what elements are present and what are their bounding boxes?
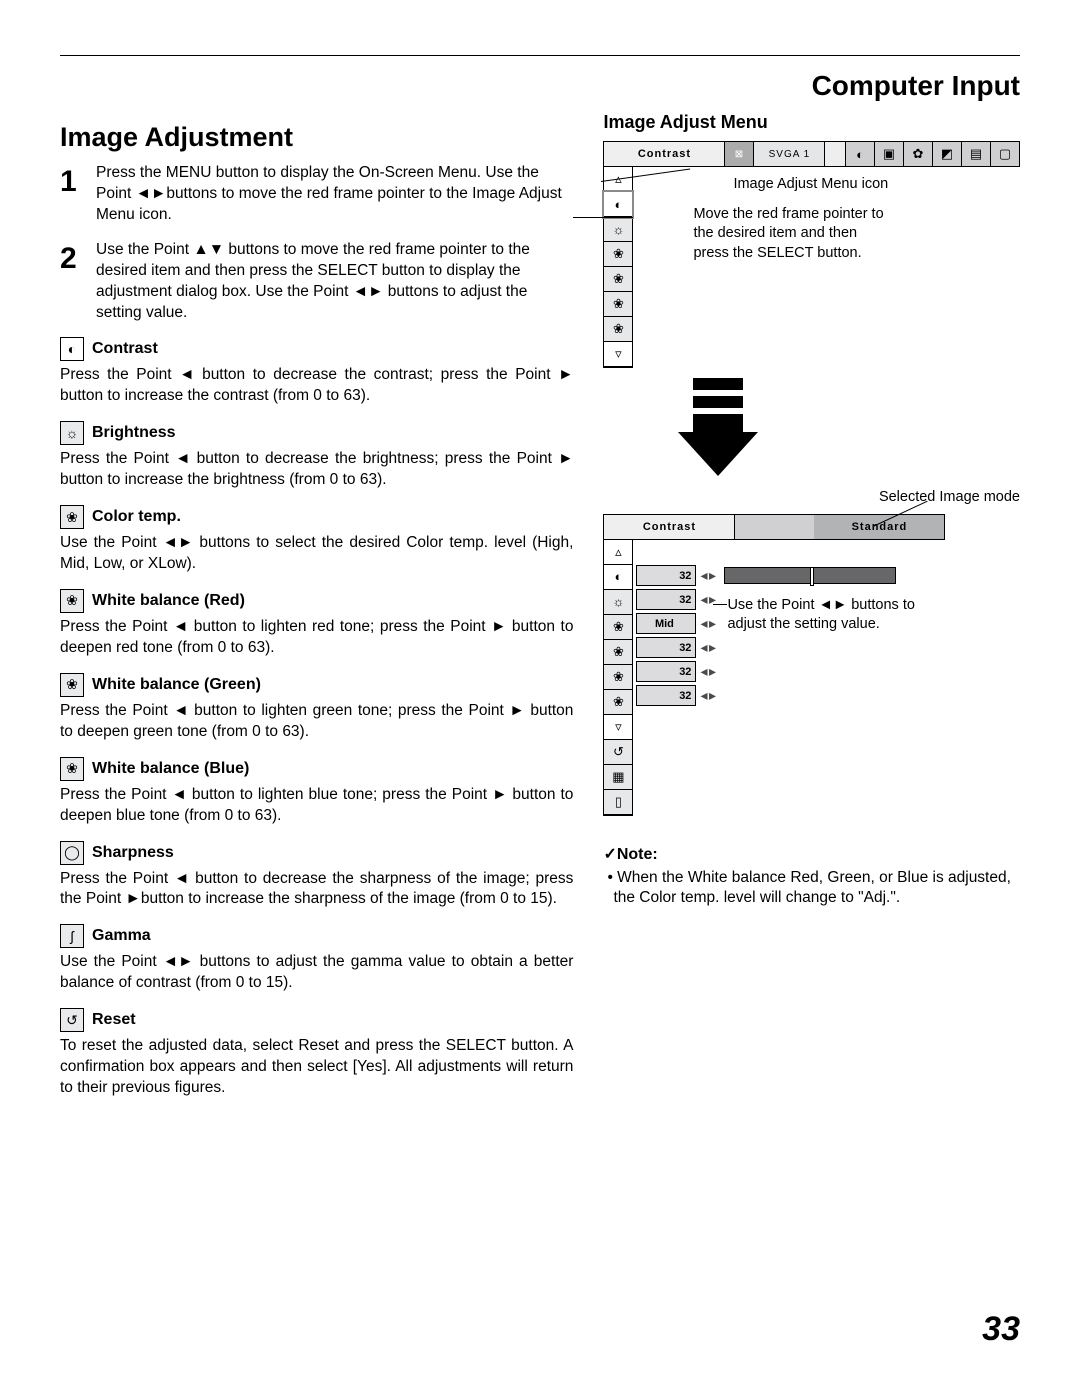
gamma-icon: ʃ bbox=[60, 924, 84, 948]
wb-green-icon: ❀ bbox=[604, 292, 632, 317]
item-title: White balance (Blue) bbox=[92, 760, 249, 778]
brightness-icon: ☼ bbox=[604, 590, 632, 615]
item-title: Sharpness bbox=[92, 844, 174, 862]
callout-selected-mode: Selected Image mode bbox=[879, 488, 1020, 508]
step-text: Press the MENU button to display the On-… bbox=[96, 163, 573, 226]
exit-icon: ▯ bbox=[604, 790, 632, 815]
reset-icon: ↺ bbox=[604, 740, 632, 765]
contrast-icon: ◐ bbox=[604, 565, 632, 590]
store-icon: ▦ bbox=[604, 765, 632, 790]
wb-red-icon: ❀ bbox=[60, 589, 84, 613]
menu-bar-top: Contrast ⊠ SVGA 1 ◐ ▣ ✿ ◩ ▤ ▢ bbox=[603, 141, 1020, 167]
value-contrast: 32 bbox=[636, 565, 696, 586]
sharpness-icon: ◯ bbox=[60, 841, 84, 865]
lr-arrows-icon: ◂▸ bbox=[700, 687, 717, 704]
menu-label-contrast: Contrast bbox=[604, 515, 735, 539]
menu-status-standard: Standard bbox=[814, 515, 944, 539]
item-title: Contrast bbox=[92, 340, 158, 358]
menu-label-contrast: Contrast bbox=[604, 142, 725, 166]
item-body: Press the Point ◄ button to decrease the… bbox=[60, 365, 573, 407]
color-temp-icon: ❀ bbox=[60, 505, 84, 529]
callout-adjust-value: Use the Point ◄► buttons to adjust the s… bbox=[727, 596, 937, 635]
sidebar-icon-column: ▵ ◐ ☼ ❀ ❀ ❀ ❀ ▿ bbox=[603, 167, 633, 368]
menu-imageadjust-icon: ◐ bbox=[845, 142, 874, 166]
reset-icon: ↺ bbox=[60, 1008, 84, 1032]
value-brightness: 32 bbox=[636, 589, 696, 610]
color-temp-icon: ❀ bbox=[604, 615, 632, 640]
contrast-slider bbox=[724, 567, 896, 584]
wb-red-icon: ❀ bbox=[604, 267, 632, 292]
lr-arrows-icon: ◂▸ bbox=[700, 615, 717, 632]
item-title: Gamma bbox=[92, 927, 151, 945]
contrast-icon: ◐ bbox=[604, 192, 632, 217]
wb-green-icon: ❀ bbox=[604, 665, 632, 690]
item-title: Color temp. bbox=[92, 508, 181, 526]
item-title: Brightness bbox=[92, 424, 176, 442]
item-body: Press the Point ◄ button to lighten gree… bbox=[60, 701, 573, 743]
item-body: Press the Point ◄ button to decrease the… bbox=[60, 869, 573, 911]
item-body: Use the Point ◄► buttons to adjust the g… bbox=[60, 952, 573, 994]
color-temp-icon: ❀ bbox=[604, 242, 632, 267]
wb-green-icon: ❀ bbox=[60, 673, 84, 697]
scroll-up-icon: ▵ bbox=[604, 540, 632, 565]
menu-signal-text: SVGA 1 bbox=[754, 142, 825, 166]
item-body: Press the Point ◄ button to lighten red … bbox=[60, 617, 573, 659]
note-body: • When the White balance Red, Green, or … bbox=[603, 868, 1020, 910]
page-header: Computer Input bbox=[812, 70, 1020, 102]
brightness-icon: ☼ bbox=[604, 217, 632, 242]
menu-signal-icon: ⊠ bbox=[725, 142, 754, 166]
menu-icon: ✿ bbox=[903, 142, 932, 166]
note-title: ✓Note: bbox=[603, 844, 1020, 864]
value-colortemp: Mid bbox=[636, 613, 696, 634]
item-title: White balance (Red) bbox=[92, 592, 245, 610]
step-number: 2 bbox=[60, 240, 96, 274]
sidebar-icon-column: ▵ ◐ ☼ ❀ ❀ ❀ ❀ ▿ ↺ ▦ ▯ bbox=[603, 540, 633, 816]
lr-arrows-icon: ◂▸ bbox=[700, 663, 717, 680]
contrast-icon: ◐ bbox=[60, 337, 84, 361]
lr-arrows-icon: ◂▸ bbox=[700, 639, 717, 656]
value-wb-red: 32 bbox=[636, 637, 696, 658]
section-title: Image Adjustment bbox=[60, 122, 573, 153]
step-text: Use the Point ▲▼ buttons to move the red… bbox=[96, 240, 573, 324]
wb-blue-icon: ❀ bbox=[604, 317, 632, 342]
scroll-down-icon: ▿ bbox=[604, 715, 632, 740]
menu-icon: ▢ bbox=[990, 142, 1019, 166]
callout-move-frame: Move the red frame pointer to the desire… bbox=[693, 205, 893, 264]
lr-arrows-icon: ◂▸ bbox=[700, 567, 717, 584]
item-body: To reset the adjusted data, select Reset… bbox=[60, 1036, 573, 1099]
item-body: Use the Point ◄► buttons to select the d… bbox=[60, 533, 573, 575]
value-wb-green: 32 bbox=[636, 661, 696, 682]
step-number: 1 bbox=[60, 163, 96, 197]
item-body: Press the Point ◄ button to decrease the… bbox=[60, 449, 573, 491]
item-body: Press the Point ◄ button to lighten blue… bbox=[60, 785, 573, 827]
scroll-down-icon: ▿ bbox=[604, 342, 632, 367]
wb-blue-icon: ❀ bbox=[604, 690, 632, 715]
lr-arrows-icon: ◂▸ bbox=[700, 591, 717, 608]
menu-icon: ▤ bbox=[961, 142, 990, 166]
item-title: Reset bbox=[92, 1011, 136, 1029]
right-heading: Image Adjust Menu bbox=[603, 112, 1020, 133]
wb-red-icon: ❀ bbox=[604, 640, 632, 665]
menu-icon: ◩ bbox=[932, 142, 961, 166]
big-down-arrow-icon bbox=[673, 378, 1020, 478]
menu-bar-bottom: Contrast Standard bbox=[603, 514, 945, 540]
menu-icon: ▣ bbox=[874, 142, 903, 166]
value-wb-blue: 32 bbox=[636, 685, 696, 706]
item-title: White balance (Green) bbox=[92, 676, 261, 694]
callout-imageadjust-icon: Image Adjust Menu icon bbox=[733, 175, 1020, 195]
brightness-icon: ☼ bbox=[60, 421, 84, 445]
page-number: 33 bbox=[982, 1310, 1020, 1349]
wb-blue-icon: ❀ bbox=[60, 757, 84, 781]
